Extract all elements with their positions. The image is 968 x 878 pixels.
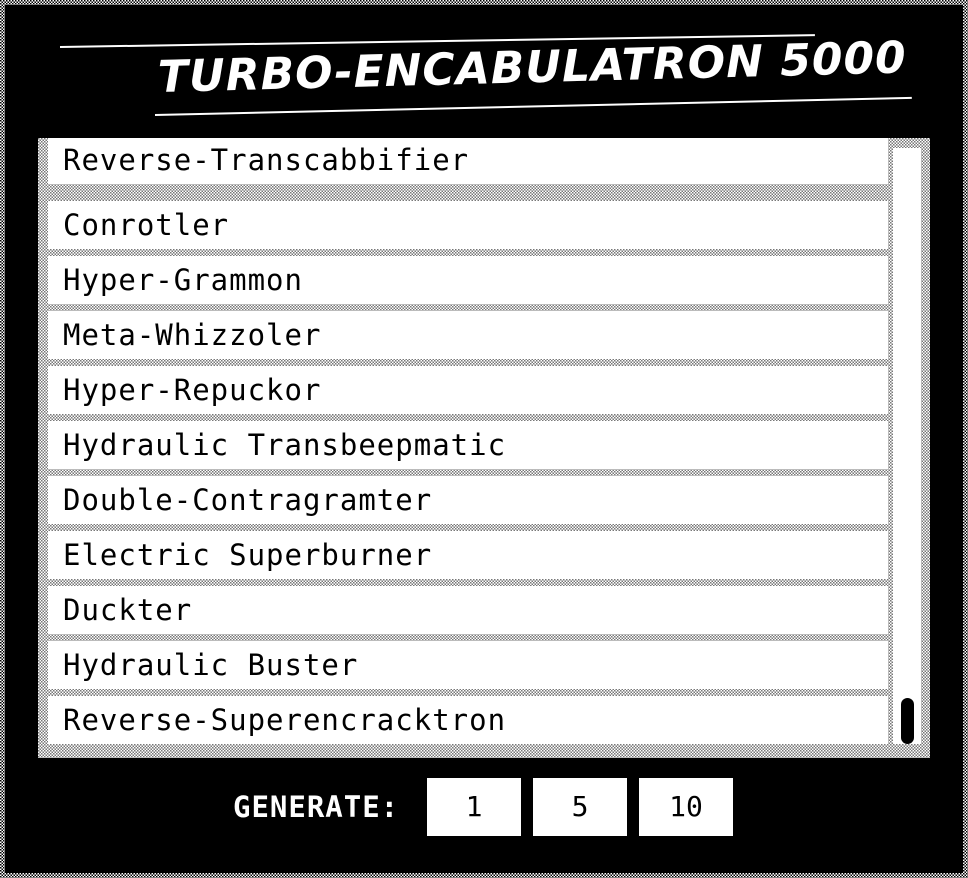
list-item: Double-Contragramter bbox=[48, 476, 888, 524]
generate-controls: GENERATE: 1 5 10 bbox=[0, 776, 968, 838]
scrollbar-thumb[interactable] bbox=[901, 698, 914, 744]
generate-1-button[interactable]: 1 bbox=[427, 778, 521, 836]
list-item: Electric Superburner bbox=[48, 531, 888, 579]
title-banner: TURBO-ENCABULATRON 5000 bbox=[40, 30, 930, 130]
list-scrollbar[interactable] bbox=[893, 148, 921, 744]
results-panel: Reverse-Transcabbifier Conrotler Hyper-G… bbox=[38, 138, 930, 758]
list-item: Duckter bbox=[48, 586, 888, 634]
generate-5-button[interactable]: 5 bbox=[533, 778, 627, 836]
list-item: Hydraulic Transbeepmatic bbox=[48, 421, 888, 469]
list-item: Hydraulic Buster bbox=[48, 641, 888, 689]
list-item: Reverse-Superencracktron bbox=[48, 696, 888, 744]
results-list[interactable]: Reverse-Transcabbifier Conrotler Hyper-G… bbox=[48, 138, 888, 750]
list-item: Hyper-Grammon bbox=[48, 256, 888, 304]
list-item: Reverse-Transcabbifier bbox=[48, 138, 888, 184]
generate-10-button[interactable]: 10 bbox=[639, 778, 733, 836]
list-item: Hyper-Repuckor bbox=[48, 366, 888, 414]
generate-label: GENERATE: bbox=[233, 790, 400, 824]
list-item: Conrotler bbox=[48, 201, 888, 249]
list-item: Meta-Whizzoler bbox=[48, 311, 888, 359]
